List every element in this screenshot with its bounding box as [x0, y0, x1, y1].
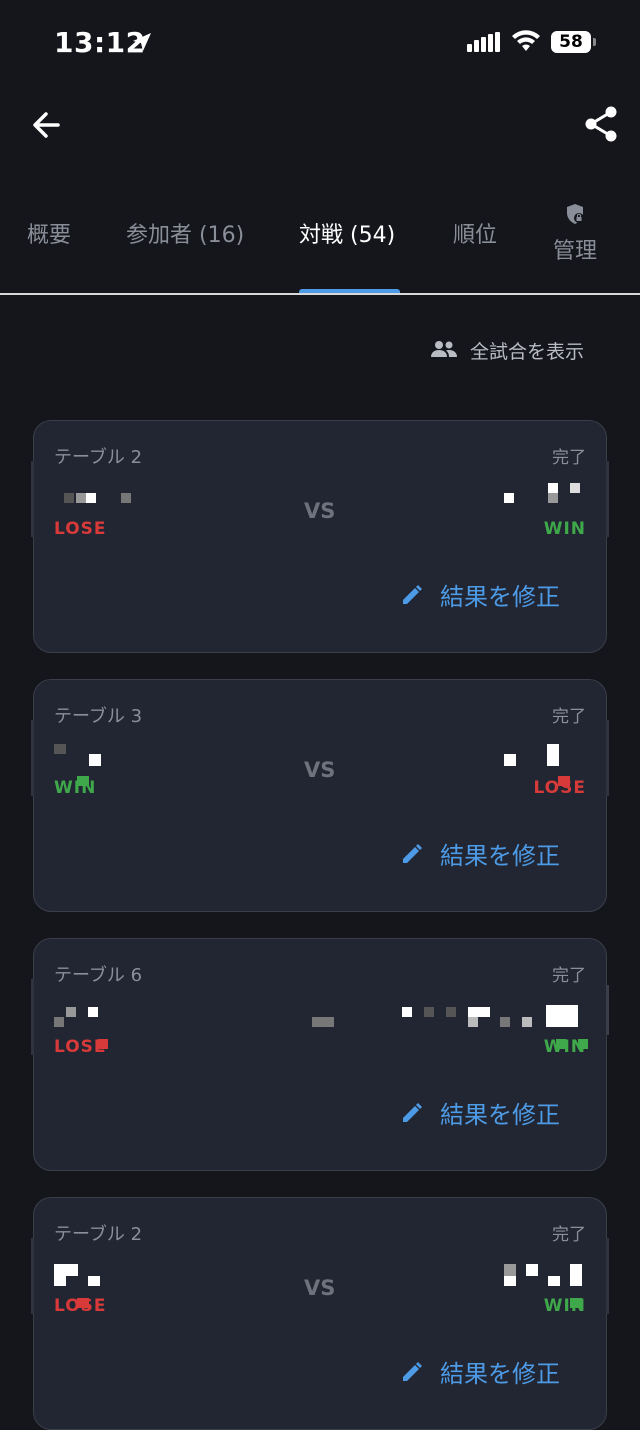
back-arrow-icon[interactable] [28, 106, 66, 144]
edit-result-label: 結果を修正 [440, 842, 560, 870]
match-card[interactable]: テーブル 3 完了 VS WIN LOSE 結果を修正 [31, 679, 609, 912]
result-right: WIN [543, 1037, 586, 1057]
people-icon [431, 341, 457, 357]
location-arrow-icon [133, 33, 151, 51]
share-icon[interactable] [582, 104, 620, 144]
pencil-icon [403, 844, 422, 863]
player-name-left [66, 1007, 76, 1017]
player-name-left [76, 493, 86, 503]
match-status: 完了 [552, 707, 586, 727]
player-name-right [504, 1276, 516, 1286]
player-name-right [446, 1007, 456, 1017]
match-card[interactable]: テーブル 2 完了 VS LOSE WIN 結果を修正 [31, 420, 609, 653]
card-edge [31, 1238, 34, 1314]
player-name-left [86, 493, 96, 503]
result-left: WIN [54, 778, 97, 798]
card-edge [31, 461, 34, 537]
player-name-right [548, 493, 558, 503]
player-name-right [424, 1007, 434, 1017]
table-label: テーブル 2 [54, 1224, 143, 1245]
result-right: WIN [543, 1296, 586, 1316]
tab-matches[interactable]: 対戦 (54) [299, 217, 395, 249]
player-name-left [54, 1017, 64, 1027]
pencil-icon [403, 1103, 422, 1122]
pencil-icon [403, 585, 422, 604]
vs-label: VS [304, 758, 336, 782]
table-label: テーブル 2 [54, 447, 143, 468]
player-name-left [64, 493, 74, 503]
tab-bar: 概要 参加者 (16) 対戦 (54) 順位 管理 [0, 195, 640, 295]
tab-admin-label: 管理 [552, 239, 597, 264]
player-name-right [402, 1007, 412, 1017]
card-edge [606, 461, 609, 537]
signal-icon [467, 32, 500, 52]
battery-tip [593, 38, 596, 46]
card-edge [31, 720, 34, 796]
match-status: 完了 [552, 966, 586, 986]
table-label: テーブル 3 [54, 706, 143, 727]
player-name-right [522, 1017, 532, 1027]
player-name-right [468, 1007, 490, 1017]
tab-admin[interactable]: 管理 [552, 203, 598, 265]
app-header [0, 86, 640, 166]
player-name-right [504, 493, 514, 503]
card-edge [606, 1238, 609, 1314]
shield-lock-icon [567, 204, 584, 224]
battery-indicator: 58 [551, 31, 591, 53]
player-name-left [88, 1276, 100, 1286]
card-edge [31, 979, 34, 1055]
player-name-right [570, 1264, 582, 1286]
match-status: 完了 [552, 448, 586, 468]
result-right: WIN [543, 519, 586, 539]
player-name-right [547, 744, 559, 766]
match-status: 完了 [552, 1225, 586, 1245]
tab-ranking[interactable]: 順位 [453, 217, 497, 249]
table-label: テーブル 6 [54, 965, 143, 986]
player-name-right [312, 1017, 334, 1027]
card-edge [606, 985, 609, 1035]
vs-label: VS [304, 1276, 336, 1300]
match-card[interactable]: テーブル 6 完了 LOSE WIN 結果を修正 [31, 938, 609, 1171]
player-name-right [548, 1276, 560, 1286]
wifi-icon [512, 30, 540, 51]
show-all-matches-label: 全試合を表示 [470, 341, 585, 363]
player-name-left [89, 754, 101, 766]
result-right: LOSE [533, 778, 586, 798]
player-name-left [54, 1264, 66, 1286]
match-card[interactable]: テーブル 2 完了 VS LOSE WIN 結果を修正 [31, 1197, 609, 1430]
player-name-right [548, 483, 558, 493]
tab-participants[interactable]: 参加者 (16) [126, 217, 244, 249]
player-name-left [121, 493, 131, 503]
tab-overview[interactable]: 概要 [27, 217, 71, 249]
player-name-right [504, 754, 516, 766]
player-name-left [54, 744, 66, 754]
card-edge [606, 720, 609, 796]
player-name-right [526, 1264, 538, 1276]
pencil-icon [403, 1362, 422, 1381]
edit-result-label: 結果を修正 [440, 583, 560, 611]
player-name-right [504, 1264, 516, 1276]
tabs-divider [0, 293, 640, 295]
player-name-right [570, 483, 580, 493]
result-left: LOSE [54, 1037, 107, 1057]
player-name-right [468, 1017, 478, 1027]
edit-result-label: 結果を修正 [440, 1101, 560, 1129]
vs-label: VS [304, 499, 336, 523]
result-left: LOSE [54, 1296, 107, 1316]
result-left: LOSE [54, 519, 107, 539]
player-name-left [66, 1264, 78, 1276]
player-name-left [88, 1007, 98, 1017]
player-name-right [546, 1005, 578, 1027]
edit-result-label: 結果を修正 [440, 1360, 560, 1388]
player-name-right [500, 1017, 510, 1027]
status-bar: 13:12 58 [0, 0, 640, 86]
